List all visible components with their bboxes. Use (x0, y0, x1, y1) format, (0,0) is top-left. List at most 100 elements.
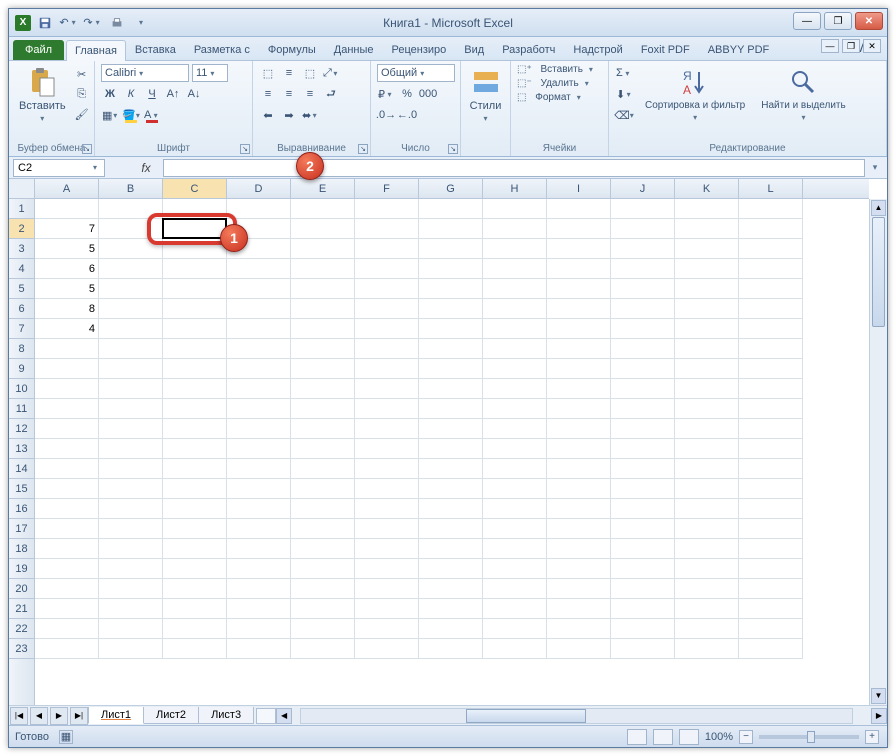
cell-E19[interactable] (291, 559, 355, 579)
align-bottom-button[interactable]: ⬚ (301, 64, 319, 82)
cell-K15[interactable] (675, 479, 739, 499)
cell-J9[interactable] (611, 359, 675, 379)
vertical-scrollbar[interactable]: ▲ ▼ (869, 199, 887, 705)
tab-review[interactable]: Рецензиро (383, 39, 456, 60)
cell-E17[interactable] (291, 519, 355, 539)
cell-F23[interactable] (355, 639, 419, 659)
cell-C19[interactable] (163, 559, 227, 579)
cell-F14[interactable] (355, 459, 419, 479)
cell-F17[interactable] (355, 519, 419, 539)
cell-B20[interactable] (99, 579, 163, 599)
row-header-11[interactable]: 11 (9, 399, 34, 419)
cell-G23[interactable] (419, 639, 483, 659)
cell-A17[interactable] (35, 519, 99, 539)
tab-home[interactable]: Главная (66, 40, 126, 61)
cell-G4[interactable] (419, 259, 483, 279)
cell-I18[interactable] (547, 539, 611, 559)
cell-J4[interactable] (611, 259, 675, 279)
cell-C17[interactable] (163, 519, 227, 539)
scroll-up-button[interactable]: ▲ (871, 200, 886, 216)
row-header-20[interactable]: 20 (9, 579, 34, 599)
row-header-6[interactable]: 6 (9, 299, 34, 319)
cell-L18[interactable] (739, 539, 803, 559)
merge-button[interactable]: ⬌▾ (301, 106, 319, 124)
cell-G1[interactable] (419, 199, 483, 219)
cell-C13[interactable] (163, 439, 227, 459)
copy-button[interactable]: ⎘ (73, 86, 91, 104)
cell-K21[interactable] (675, 599, 739, 619)
new-sheet-button[interactable] (256, 708, 276, 724)
cell-E23[interactable] (291, 639, 355, 659)
sheet-prev-button[interactable]: ◀ (30, 707, 48, 725)
cell-L6[interactable] (739, 299, 803, 319)
row-header-13[interactable]: 13 (9, 439, 34, 459)
mdi-close[interactable]: ✕ (863, 39, 881, 53)
cell-C3[interactable] (163, 239, 227, 259)
cell-F10[interactable] (355, 379, 419, 399)
row-header-10[interactable]: 10 (9, 379, 34, 399)
cell-H11[interactable] (483, 399, 547, 419)
cell-L17[interactable] (739, 519, 803, 539)
macro-record-icon[interactable]: ▦ (59, 730, 73, 744)
cell-D10[interactable] (227, 379, 291, 399)
cell-A11[interactable] (35, 399, 99, 419)
cell-G17[interactable] (419, 519, 483, 539)
vscroll-thumb[interactable] (872, 217, 885, 327)
format-painter-button[interactable]: 🖌 (73, 106, 91, 124)
row-header-4[interactable]: 4 (9, 259, 34, 279)
cell-D23[interactable] (227, 639, 291, 659)
cell-K6[interactable] (675, 299, 739, 319)
cell-G13[interactable] (419, 439, 483, 459)
decrease-decimal-button[interactable]: ←.0 (398, 106, 416, 124)
cell-K2[interactable] (675, 219, 739, 239)
cell-B8[interactable] (99, 339, 163, 359)
cell-B7[interactable] (99, 319, 163, 339)
alignment-dialog-launcher[interactable]: ↘ (358, 144, 368, 154)
cell-B9[interactable] (99, 359, 163, 379)
cell-E15[interactable] (291, 479, 355, 499)
cell-H21[interactable] (483, 599, 547, 619)
cell-B3[interactable] (99, 239, 163, 259)
cell-F8[interactable] (355, 339, 419, 359)
cell-J2[interactable] (611, 219, 675, 239)
comma-button[interactable]: 000 (419, 85, 437, 103)
cell-K22[interactable] (675, 619, 739, 639)
cell-F18[interactable] (355, 539, 419, 559)
cell-A2[interactable]: 7 (35, 219, 99, 239)
cell-H7[interactable] (483, 319, 547, 339)
styles-button[interactable]: Стили▾ (467, 64, 504, 125)
hscroll-right-button[interactable]: ▶ (871, 708, 887, 724)
cell-C20[interactable] (163, 579, 227, 599)
increase-decimal-button[interactable]: .0→ (377, 106, 395, 124)
cell-L2[interactable] (739, 219, 803, 239)
cell-J6[interactable] (611, 299, 675, 319)
view-page-break-button[interactable] (679, 729, 699, 745)
cell-E14[interactable] (291, 459, 355, 479)
cell-L9[interactable] (739, 359, 803, 379)
cell-F11[interactable] (355, 399, 419, 419)
tab-view[interactable]: Вид (455, 39, 493, 60)
zoom-out-button[interactable]: − (739, 730, 753, 744)
cell-A14[interactable] (35, 459, 99, 479)
cell-E12[interactable] (291, 419, 355, 439)
cell-C1[interactable] (163, 199, 227, 219)
cell-I12[interactable] (547, 419, 611, 439)
cell-G10[interactable] (419, 379, 483, 399)
cell-D8[interactable] (227, 339, 291, 359)
mdi-restore[interactable]: ❐ (842, 39, 860, 53)
qat-redo[interactable]: ↷▾ (83, 13, 103, 33)
tab-addins[interactable]: Надстрой (564, 39, 631, 60)
cell-H1[interactable] (483, 199, 547, 219)
cell-A4[interactable]: 6 (35, 259, 99, 279)
tab-formulas[interactable]: Формулы (259, 39, 325, 60)
cell-A1[interactable] (35, 199, 99, 219)
cell-B19[interactable] (99, 559, 163, 579)
cell-C11[interactable] (163, 399, 227, 419)
cell-F13[interactable] (355, 439, 419, 459)
cell-C21[interactable] (163, 599, 227, 619)
cell-B11[interactable] (99, 399, 163, 419)
row-header-8[interactable]: 8 (9, 339, 34, 359)
font-color-button[interactable]: A▾ (143, 106, 161, 124)
cell-G16[interactable] (419, 499, 483, 519)
cell-K16[interactable] (675, 499, 739, 519)
